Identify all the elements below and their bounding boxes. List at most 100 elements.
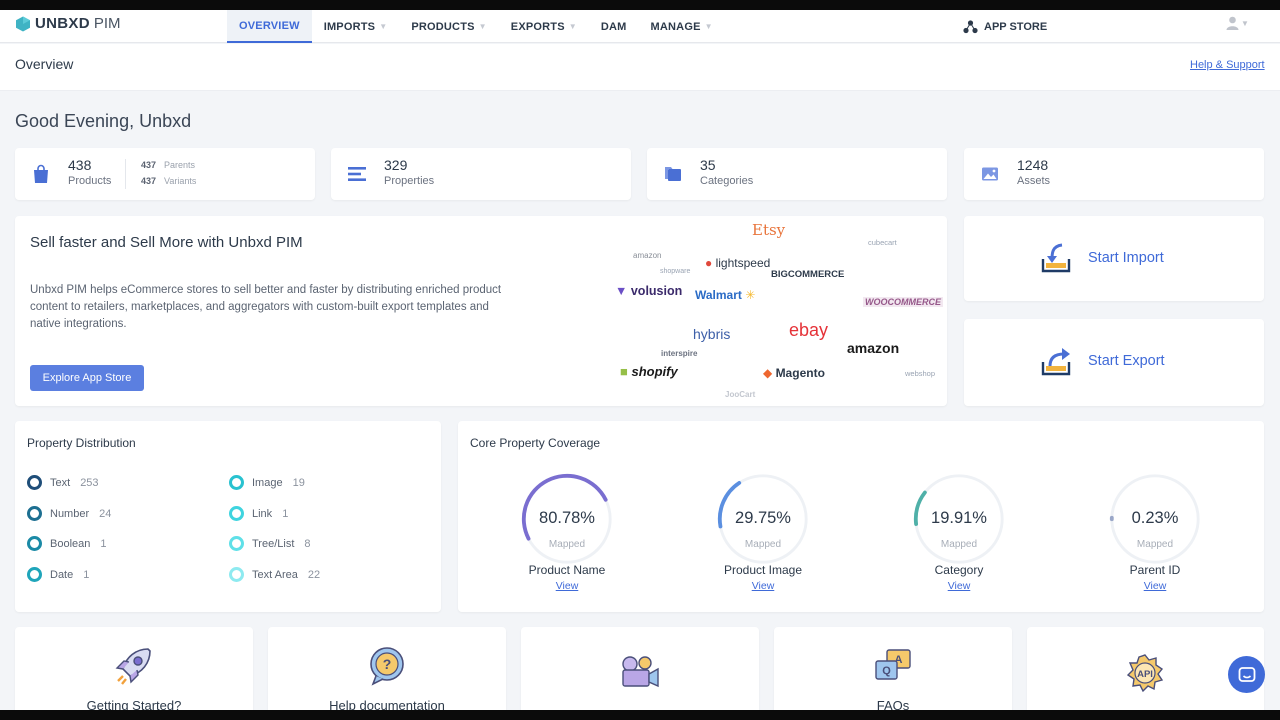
variants-stat: 437 Variants bbox=[141, 176, 196, 186]
categories-stat-card[interactable]: 35 Categories bbox=[647, 148, 947, 200]
ebay-logo: ebay bbox=[789, 320, 829, 340]
start-export-label: Start Export bbox=[1088, 353, 1165, 369]
legend-count: 1 bbox=[282, 507, 289, 520]
getting-started-tile[interactable]: Getting Started? bbox=[15, 627, 253, 720]
properties-label: Properties bbox=[384, 175, 435, 187]
tab-imports-label: IMPORTS bbox=[323, 20, 376, 33]
nav-tabs: OVERVIEW IMPORTS ▼ PRODUCTS ▼ EXPORTS ▼ … bbox=[227, 10, 725, 43]
legend-label: Number bbox=[50, 507, 90, 520]
coverage-mapped-label: Mapped bbox=[940, 539, 978, 550]
legend-label: Text bbox=[50, 476, 71, 489]
help-bubble-icon: ? bbox=[370, 647, 404, 686]
legend-count: 1 bbox=[100, 537, 107, 550]
coverage-view-link[interactable]: View bbox=[507, 580, 627, 592]
woocommerce-logo: WOOCOMMERCE bbox=[863, 297, 943, 307]
coverage-view-link[interactable]: View bbox=[703, 580, 823, 592]
window-bottom-border bbox=[0, 710, 1280, 720]
assets-count: 1248 bbox=[1017, 157, 1049, 173]
tab-manage-label: MANAGE bbox=[650, 20, 701, 33]
bigcommerce-logo: BIGCOMMERCE bbox=[771, 269, 845, 280]
chevron-down-icon: ▼ bbox=[1241, 18, 1249, 28]
api-gear-icon: API bbox=[1126, 654, 1164, 693]
legend-ring-icon bbox=[27, 536, 42, 551]
tab-dam[interactable]: DAM bbox=[589, 10, 639, 43]
chevron-down-icon: ▼ bbox=[568, 22, 577, 31]
joocart-logo: JooCart bbox=[725, 390, 756, 399]
legend-item[interactable]: Image 19 bbox=[229, 475, 305, 490]
tab-manage[interactable]: MANAGE ▼ bbox=[639, 10, 725, 43]
legend-item[interactable]: Link 1 bbox=[229, 506, 288, 521]
legend-count: 253 bbox=[80, 476, 99, 489]
app-store-button[interactable]: APP STORE bbox=[963, 10, 1047, 43]
legend-item[interactable]: Date 1 bbox=[27, 567, 89, 582]
legend-count: 19 bbox=[292, 476, 305, 489]
coverage-gauge: 0.23% Mapped Parent ID View bbox=[1095, 471, 1215, 611]
video-tutorials-tile[interactable] bbox=[521, 627, 759, 720]
coverage-mapped-label: Mapped bbox=[1136, 539, 1174, 550]
coverage-percent: 80.78% bbox=[539, 509, 595, 527]
user-menu[interactable]: ▼ bbox=[1226, 16, 1249, 30]
start-import-card[interactable]: Start Import bbox=[964, 216, 1264, 301]
folder-stack-icon bbox=[665, 167, 681, 181]
tab-overview-label: OVERVIEW bbox=[239, 19, 300, 32]
products-stat-card[interactable]: 438 Products 437 Parents 437 Variants bbox=[15, 148, 315, 200]
tab-imports[interactable]: IMPORTS ▼ bbox=[312, 10, 400, 43]
app-store-icon bbox=[963, 19, 978, 33]
amazon-logo: amazon bbox=[847, 340, 900, 356]
start-export-card[interactable]: Start Export bbox=[964, 319, 1264, 406]
coverage-gauge: 19.91% Mapped Category View bbox=[899, 471, 1019, 611]
legend-ring-icon bbox=[229, 506, 244, 521]
legend-item[interactable]: Tree/List 8 bbox=[229, 536, 311, 551]
core-property-coverage-panel: Core Property Coverage 80.78% Mapped Produ… bbox=[458, 421, 1264, 612]
coverage-view-link[interactable]: View bbox=[1095, 580, 1215, 592]
lightspeed-logo: ● lightspeed bbox=[705, 256, 771, 270]
legend-count: 24 bbox=[99, 507, 112, 520]
explore-app-store-button[interactable]: Explore App Store bbox=[30, 365, 144, 391]
coverage-property-name: Product Name bbox=[528, 563, 606, 577]
legend-label: Date bbox=[50, 568, 74, 581]
start-import-label: Start Import bbox=[1088, 250, 1164, 266]
magento-logo-text: Magento bbox=[775, 366, 825, 380]
chat-launcher-button[interactable] bbox=[1228, 656, 1265, 693]
walmart-logo-text: Walmart bbox=[695, 288, 742, 302]
legend-ring-icon bbox=[27, 567, 42, 582]
property-distribution-panel: Property Distribution Text 253 Number 24 Boo… bbox=[15, 421, 441, 612]
coverage-view-link[interactable]: View bbox=[899, 580, 1019, 592]
help-documentation-tile[interactable]: ? Help documentation bbox=[268, 627, 506, 720]
svg-text:Q: Q bbox=[882, 665, 891, 677]
assets-stat-card[interactable]: 1248 Assets bbox=[964, 148, 1264, 200]
tab-overview[interactable]: OVERVIEW bbox=[227, 10, 312, 43]
window-top-border bbox=[0, 0, 1280, 10]
categories-label: Categories bbox=[700, 175, 754, 187]
tab-exports[interactable]: EXPORTS ▼ bbox=[499, 10, 589, 43]
variants-label: Variants bbox=[164, 176, 197, 186]
interspire-logo: interspire bbox=[661, 349, 698, 358]
svg-text:API: API bbox=[1137, 669, 1153, 680]
properties-stat-card[interactable]: 329 Properties bbox=[331, 148, 631, 200]
shopify-logo-text: shopify bbox=[631, 364, 678, 379]
legend-ring-icon bbox=[27, 475, 42, 490]
volusion-logo: ▼ volusion bbox=[615, 284, 683, 298]
parents-label: Parents bbox=[164, 160, 196, 170]
legend-item[interactable]: Text Area 22 bbox=[229, 567, 320, 582]
tab-products[interactable]: PRODUCTS ▼ bbox=[399, 10, 498, 43]
help-support-link[interactable]: Help & Support bbox=[1190, 59, 1265, 71]
variants-count: 437 bbox=[141, 176, 157, 186]
brand-logo[interactable]: UNBXD PIM bbox=[15, 15, 121, 32]
coverage-mapped-label: Mapped bbox=[744, 539, 782, 550]
coverage-property-name: Parent ID bbox=[1129, 563, 1181, 577]
core-property-coverage-title: Core Property Coverage bbox=[470, 436, 601, 450]
unbxd-hexagon-icon bbox=[16, 16, 30, 31]
walmart-logo: Walmart ✳ bbox=[695, 288, 756, 302]
coverage-mapped-label: Mapped bbox=[548, 539, 586, 550]
etsy-logo: Etsy bbox=[752, 221, 786, 239]
coverage-percent: 19.91% bbox=[931, 509, 987, 527]
chevron-down-icon: ▼ bbox=[379, 22, 388, 31]
legend-item[interactable]: Number 24 bbox=[27, 506, 111, 521]
legend-ring-icon bbox=[229, 567, 244, 582]
legend-item[interactable]: Boolean 1 bbox=[27, 536, 107, 551]
faqs-tile[interactable]: A Q FAQs bbox=[774, 627, 1012, 720]
legend-label: Image bbox=[252, 476, 283, 489]
legend-item[interactable]: Text 253 bbox=[27, 475, 99, 490]
list-lines-icon bbox=[348, 167, 366, 181]
